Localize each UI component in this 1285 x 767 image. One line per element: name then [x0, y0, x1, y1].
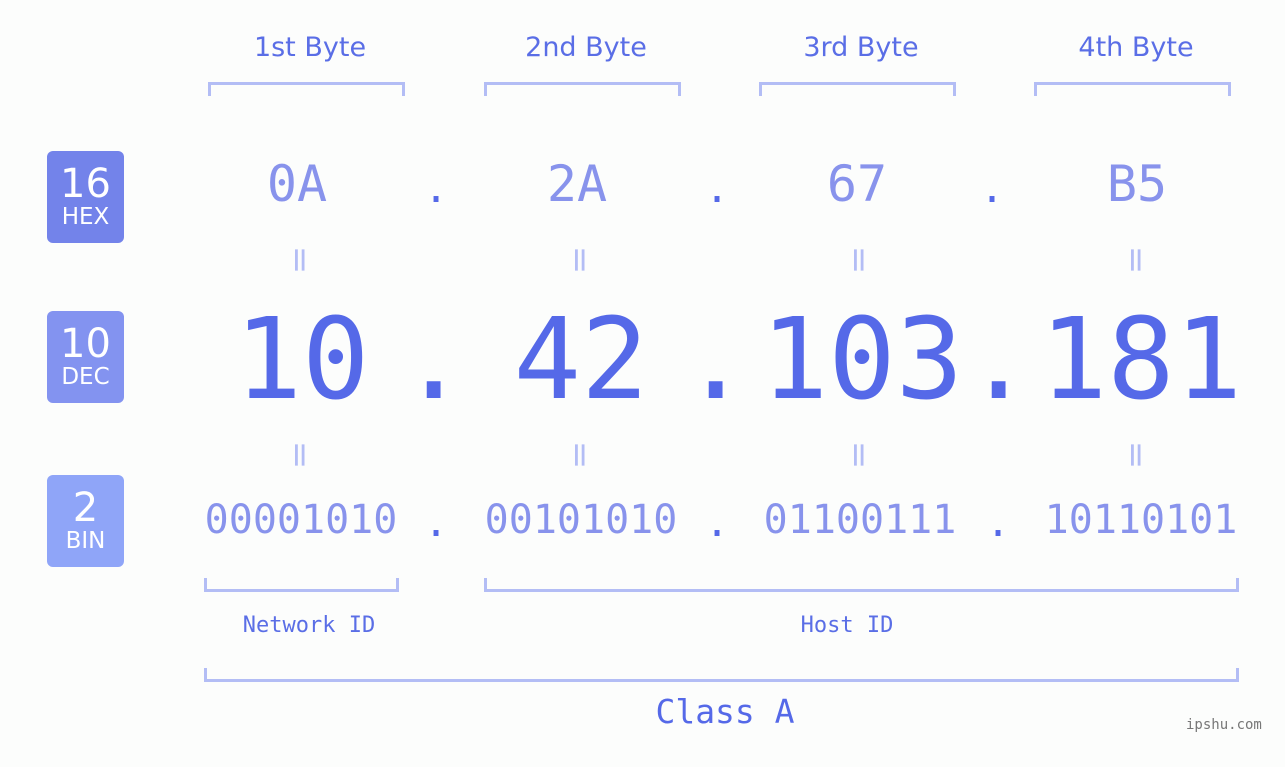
- host-id-bracket: [484, 578, 1239, 592]
- dec-badge: 10 DEC: [47, 311, 124, 403]
- bin-byte-3: 01100111: [763, 497, 957, 543]
- hex-badge: 16 HEX: [47, 151, 124, 243]
- hex-byte-1: 0A: [266, 155, 328, 213]
- byte-label-1: 1st Byte: [253, 32, 367, 63]
- byte-label-4: 4th Byte: [1078, 32, 1194, 63]
- equals-icon: =: [560, 245, 600, 275]
- dec-byte-3: 103: [760, 295, 964, 425]
- byte-bracket-3: [759, 82, 956, 96]
- hex-separator-3: .: [980, 166, 1005, 212]
- byte-bracket-1: [208, 82, 405, 96]
- byte-label-3: 3rd Byte: [803, 32, 919, 63]
- network-id-bracket: [204, 578, 399, 592]
- bin-separator-2: .: [705, 500, 730, 546]
- bin-separator-3: .: [986, 500, 1011, 546]
- hex-badge-label: HEX: [61, 204, 110, 230]
- equals-icon: =: [1116, 440, 1156, 470]
- bin-badge-number: 2: [72, 485, 99, 531]
- network-id-label: Network ID: [242, 613, 376, 638]
- hex-separator-1: .: [424, 166, 449, 212]
- class-bracket: [204, 668, 1239, 682]
- bin-byte-1: 00001010: [204, 497, 398, 543]
- dec-byte-2: 42: [513, 295, 649, 425]
- byte-label-2: 2nd Byte: [525, 32, 647, 63]
- equals-icon: =: [280, 440, 320, 470]
- equals-icon: =: [1116, 245, 1156, 275]
- dec-separator-1: .: [400, 295, 468, 425]
- byte-bracket-4: [1034, 82, 1231, 96]
- hex-byte-4: B5: [1106, 155, 1168, 213]
- byte-bracket-2: [484, 82, 681, 96]
- equals-icon: =: [839, 245, 879, 275]
- equals-icon: =: [560, 440, 600, 470]
- dec-byte-4: 181: [1039, 295, 1243, 425]
- dec-separator-2: .: [682, 295, 750, 425]
- bin-byte-2: 00101010: [484, 497, 678, 543]
- host-id-label: Host ID: [800, 613, 894, 638]
- dec-badge-number: 10: [60, 321, 111, 367]
- equals-icon: =: [839, 440, 879, 470]
- dec-separator-3: .: [965, 295, 1033, 425]
- hex-badge-number: 16: [60, 161, 111, 207]
- bin-badge-label: BIN: [65, 528, 106, 554]
- hex-separator-2: .: [705, 166, 730, 212]
- hex-byte-3: 67: [826, 155, 888, 213]
- watermark: ipshu.com: [1186, 717, 1262, 733]
- bin-byte-4: 10110101: [1044, 497, 1238, 543]
- equals-icon: =: [280, 245, 320, 275]
- bin-separator-1: .: [424, 500, 449, 546]
- hex-byte-2: 2A: [546, 155, 608, 213]
- class-label: Class A: [655, 692, 795, 731]
- bin-badge: 2 BIN: [47, 475, 124, 567]
- dec-badge-label: DEC: [61, 364, 110, 390]
